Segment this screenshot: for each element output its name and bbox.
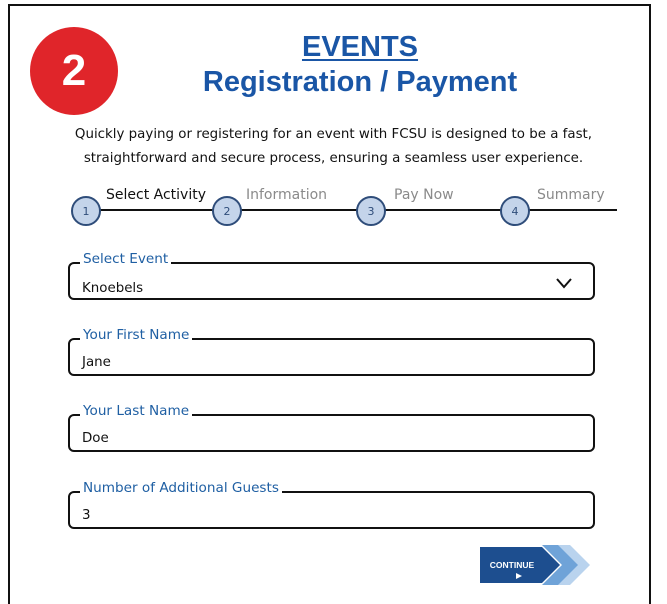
last-name-field[interactable]: Your Last Name Doe — [68, 402, 595, 452]
continue-label: CONTINUE — [490, 560, 535, 570]
first-name-field[interactable]: Your First Name Jane — [68, 326, 595, 376]
step-circle-1[interactable]: 1 — [71, 196, 101, 226]
last-name-value: Doe — [82, 431, 109, 446]
step-badge-number: 2 — [61, 46, 87, 95]
chevron-down-icon[interactable] — [555, 277, 573, 289]
stepper-line — [86, 209, 617, 211]
last-name-label: Your Last Name — [80, 402, 193, 420]
select-event-dropdown[interactable]: Select Event Knoebels — [68, 250, 595, 300]
guests-label: Number of Additional Guests — [80, 479, 282, 497]
step-badge: 2 — [30, 27, 118, 115]
page-subtitle: Registration / Payment — [202, 66, 518, 98]
select-event-label: Select Event — [80, 250, 172, 268]
page-title: EVENTS — [301, 31, 419, 63]
intro-text: Quickly paying or registering for an eve… — [74, 127, 593, 166]
guests-value: 3 — [82, 508, 91, 523]
first-name-label: Your First Name — [80, 326, 193, 344]
step-circle-2[interactable]: 2 — [212, 196, 242, 226]
step-label-4[interactable]: Summary — [533, 185, 609, 205]
step-label-3[interactable]: Pay Now — [390, 185, 458, 205]
step-label-2[interactable]: Information — [242, 185, 332, 205]
first-name-value: Jane — [82, 355, 111, 370]
select-event-value: Knoebels — [82, 281, 144, 296]
step-circle-4[interactable]: 4 — [500, 196, 530, 226]
guests-field[interactable]: Number of Additional Guests 3 — [68, 479, 595, 529]
step-label-1[interactable]: Select Activity — [102, 185, 210, 205]
step-circle-3[interactable]: 3 — [356, 196, 386, 226]
continue-button[interactable]: CONTINUE — [480, 543, 590, 587]
